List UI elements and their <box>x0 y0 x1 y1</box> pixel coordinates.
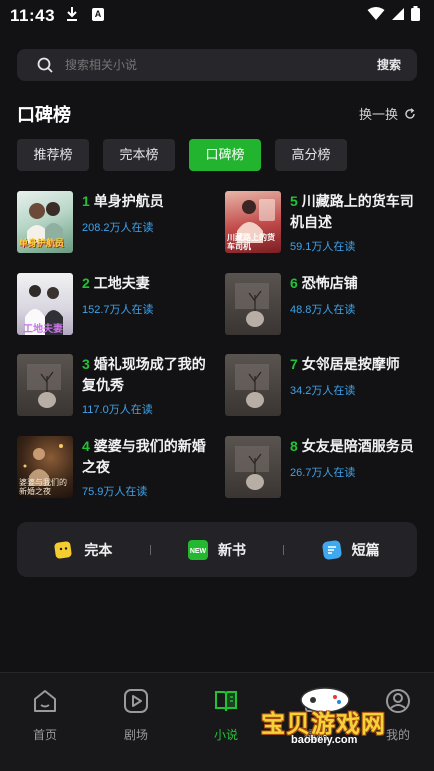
short-story-icon <box>322 539 342 560</box>
category-shortcuts: 完本 NEW 新书 短篇 <box>17 522 417 577</box>
ranking-tabs: 推荐榜 完本榜 口碑榜 高分榜 <box>17 139 347 171</box>
book-cover[interactable] <box>225 273 281 335</box>
cover-illustration <box>235 283 269 327</box>
book-readers: 75.9万人在读 <box>82 486 148 498</box>
book-title-text: 女邻居是按摩师 <box>301 356 400 372</box>
book-title-text: 工地夫妻 <box>93 275 150 291</box>
search-input[interactable] <box>65 49 345 81</box>
signal-icon <box>392 7 404 20</box>
search-button[interactable]: 搜索 <box>377 49 401 81</box>
status-time: 11:43 <box>10 6 56 25</box>
download-icon <box>67 7 77 21</box>
book-rank: 6 <box>290 275 298 291</box>
book-title[interactable]: 3 婚礼现场成了我的复仇秀 <box>82 354 214 396</box>
nav-novel[interactable]: 小说 <box>196 687 256 743</box>
book-item[interactable]: 3 婚礼现场成了我的复仇秀 117.0万人在读 <box>17 354 217 416</box>
book-title[interactable]: 1 单身护航员 <box>82 191 214 212</box>
home-icon <box>34 690 56 712</box>
nav-home[interactable]: 首页 <box>15 687 75 743</box>
shortcut-label: 新书 <box>218 541 246 558</box>
cover-illustration <box>27 364 61 408</box>
nav-label: 剧场 <box>123 728 148 742</box>
tab-recommend[interactable]: 推荐榜 <box>17 139 89 171</box>
book-title-text: 恐怖店铺 <box>301 275 358 291</box>
book-cover[interactable]: 婆婆与我们的新婚之夜 <box>17 436 73 498</box>
new-book-icon: NEW <box>188 539 208 560</box>
shortcut-label: 短篇 <box>351 541 380 558</box>
book-title-text: 婆婆与我们的新婚之夜 <box>82 438 206 475</box>
nav-label: 首页 <box>32 728 57 742</box>
book-item[interactable]: 6 恐怖店铺 48.8万人在读 <box>225 273 425 335</box>
tab-reputation[interactable]: 口碑榜 <box>189 139 261 171</box>
book-title[interactable]: 8 女友是陪酒服务员 <box>290 436 422 457</box>
book-cover[interactable]: 川藏路上的货车司机 <box>225 191 281 253</box>
cover-title: 川藏路上的货车司机 <box>227 233 275 251</box>
refresh-button[interactable]: 换一换 <box>359 104 416 123</box>
watermark-url: baobeiy.com <box>291 734 358 746</box>
book-rank: 7 <box>290 356 298 372</box>
book-rank: 2 <box>82 275 90 291</box>
book-title[interactable]: 6 恐怖店铺 <box>290 273 422 294</box>
book-title-text: 单身护航员 <box>93 193 164 209</box>
cover-title: 婆婆与我们的新婚之夜 <box>19 478 67 496</box>
book-title-text: 川藏路上的货车司机自述 <box>290 193 414 230</box>
book-cover[interactable] <box>225 436 281 498</box>
cover-illustration <box>235 364 269 408</box>
book-item[interactable]: 川藏路上的货车司机 5 川藏路上的货车司机自述 59.1万人在读 <box>225 191 425 253</box>
book-title[interactable]: 7 女邻居是按摩师 <box>290 354 422 375</box>
book-cover[interactable]: 单身护航员 <box>17 191 73 253</box>
shortcut-short-story[interactable]: 短篇 <box>284 539 417 560</box>
nav-label: 小说 <box>213 728 238 742</box>
refresh-icon <box>405 107 415 119</box>
book-rank: 4 <box>82 438 90 454</box>
shortcut-new-book[interactable]: NEW 新书 <box>151 539 284 560</box>
theater-icon <box>124 689 148 713</box>
notification-a-icon: A <box>92 8 104 21</box>
book-readers: 152.7万人在读 <box>82 304 154 316</box>
watermark-logo: 宝贝游戏网 baobeiy.com <box>255 680 425 750</box>
book-readers: 59.1万人在读 <box>290 241 356 253</box>
book-readers: 34.2万人在读 <box>290 385 356 397</box>
cover-illustration <box>235 446 269 490</box>
book-title-text: 女友是陪酒服务员 <box>301 438 414 454</box>
book-title-text: 婚礼现场成了我的复仇秀 <box>82 356 206 393</box>
book-rank: 1 <box>82 193 90 209</box>
status-bar: 11:43 A <box>0 0 434 32</box>
finished-book-icon <box>54 540 72 559</box>
book-cover[interactable]: 工地夫妻 <box>17 273 73 335</box>
book-rank: 8 <box>290 438 298 454</box>
shortcut-finished[interactable]: 完本 <box>17 540 150 560</box>
novel-icon <box>215 691 237 712</box>
book-cover[interactable] <box>225 354 281 416</box>
battery-icon <box>411 6 420 21</box>
nav-theater[interactable]: 剧场 <box>106 687 166 743</box>
book-title[interactable]: 2 工地夫妻 <box>82 273 214 294</box>
cover-title: 工地夫妻 <box>23 324 63 335</box>
search-bar[interactable]: 搜索 <box>17 49 417 81</box>
tab-completed[interactable]: 完本榜 <box>103 139 175 171</box>
book-item[interactable]: 8 女友是陪酒服务员 26.7万人在读 <box>225 436 425 498</box>
tab-high-score[interactable]: 高分榜 <box>275 139 347 171</box>
status-indicators <box>367 6 420 21</box>
book-rank: 3 <box>82 356 90 372</box>
book-item[interactable]: 工地夫妻 2 工地夫妻 152.7万人在读 <box>17 273 217 335</box>
book-rank: 5 <box>290 193 298 209</box>
section-title: 口碑榜 <box>17 105 71 125</box>
book-readers: 48.8万人在读 <box>290 304 356 316</box>
refresh-label: 换一换 <box>358 107 398 122</box>
new-badge-text: NEW <box>190 548 207 555</box>
book-item[interactable]: 7 女邻居是按摩师 34.2万人在读 <box>225 354 425 416</box>
book-item[interactable]: 婆婆与我们的新婚之夜 4 婆婆与我们的新婚之夜 75.9万人在读 <box>17 436 217 498</box>
book-readers: 117.0万人在读 <box>82 404 153 416</box>
wifi-icon <box>367 6 385 20</box>
shortcut-label: 完本 <box>84 541 113 558</box>
book-item[interactable]: 单身护航员 1 单身护航员 208.2万人在读 <box>17 191 217 253</box>
book-title[interactable]: 5 川藏路上的货车司机自述 <box>290 191 422 233</box>
book-readers: 26.7万人在读 <box>290 467 356 479</box>
search-icon <box>37 57 53 73</box>
book-title[interactable]: 4 婆婆与我们的新婚之夜 <box>82 436 214 478</box>
cover-title: 单身护航员 <box>19 238 65 248</box>
book-readers: 208.2万人在读 <box>82 222 154 234</box>
book-cover[interactable] <box>17 354 73 416</box>
